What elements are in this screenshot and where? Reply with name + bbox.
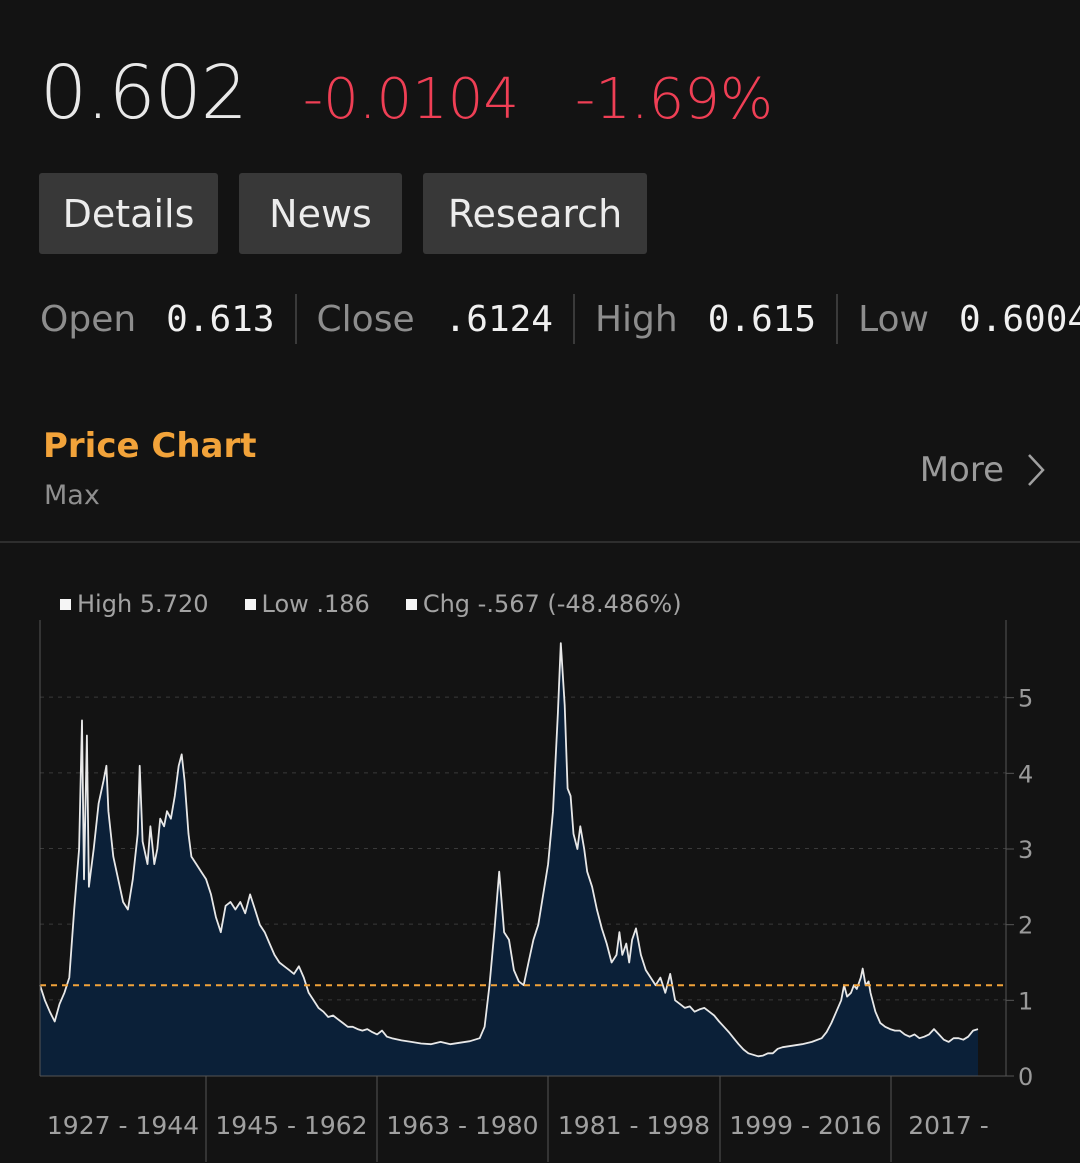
range-label: Max bbox=[44, 480, 100, 511]
stat-close: Close .6124 bbox=[317, 299, 553, 340]
quote-stats: Open 0.613 Close .6124 High 0.615 Low 0.… bbox=[40, 292, 1080, 346]
stat-open: Open 0.613 bbox=[40, 299, 275, 340]
stat-low: Low 0.6004 bbox=[858, 299, 1080, 340]
stat-value: 0.615 bbox=[707, 298, 817, 340]
tab-research[interactable]: Research bbox=[423, 173, 647, 254]
stat-value: 0.613 bbox=[166, 298, 275, 340]
stat-high: High 0.615 bbox=[595, 299, 816, 340]
y-tick-label: 4 bbox=[1018, 760, 1033, 788]
y-tick-label: 3 bbox=[1018, 836, 1033, 864]
stat-label: Open bbox=[40, 298, 137, 340]
divider bbox=[572, 294, 575, 344]
tab-details[interactable]: Details bbox=[39, 173, 218, 254]
price-change-percent: -1.69% bbox=[575, 67, 774, 132]
y-tick-label: 1 bbox=[1018, 987, 1033, 1015]
y-tick-label: 5 bbox=[1018, 685, 1033, 713]
last-price: 0.602 bbox=[40, 50, 248, 136]
tab-news[interactable]: News bbox=[239, 173, 402, 254]
divider bbox=[836, 294, 839, 344]
more-label: More bbox=[919, 450, 1004, 490]
legend-swatch bbox=[405, 598, 417, 610]
stat-value: 0.6004 bbox=[959, 298, 1080, 340]
stat-value: .6124 bbox=[444, 298, 553, 340]
price-header: 0.602 -0.0104 -1.69% bbox=[40, 50, 773, 136]
chevron-right-icon bbox=[1028, 454, 1045, 486]
y-tick-label: 0 bbox=[1018, 1063, 1033, 1091]
divider bbox=[294, 294, 297, 344]
x-category-label: 2017 - bbox=[908, 1111, 989, 1140]
x-category-label: 1999 - 2016 bbox=[729, 1111, 881, 1140]
tab-bar: Details News Research bbox=[39, 173, 647, 254]
stat-label: Low bbox=[858, 298, 930, 340]
y-tick-label: 2 bbox=[1018, 912, 1033, 940]
x-category-label: 1945 - 1962 bbox=[215, 1111, 367, 1140]
stat-label: Close bbox=[316, 298, 415, 340]
x-category-label: 1927 - 1944 bbox=[47, 1111, 199, 1140]
price-change: -0.0104 bbox=[302, 67, 520, 132]
stat-label: High bbox=[594, 298, 678, 340]
legend-swatch bbox=[244, 598, 256, 610]
legend-swatch bbox=[60, 598, 71, 610]
x-category-label: 1981 - 1998 bbox=[558, 1111, 710, 1140]
section-divider bbox=[0, 541, 1080, 543]
section-title: Price Chart bbox=[43, 426, 257, 466]
more-link[interactable]: More bbox=[920, 450, 1046, 490]
price-chart[interactable]: 0 1 2 3 4 5 1927 - 1944 1945 - 1962 1963 - 1980 1… bbox=[0, 610, 1080, 1163]
x-category-label: 1963 - 1980 bbox=[386, 1111, 538, 1140]
